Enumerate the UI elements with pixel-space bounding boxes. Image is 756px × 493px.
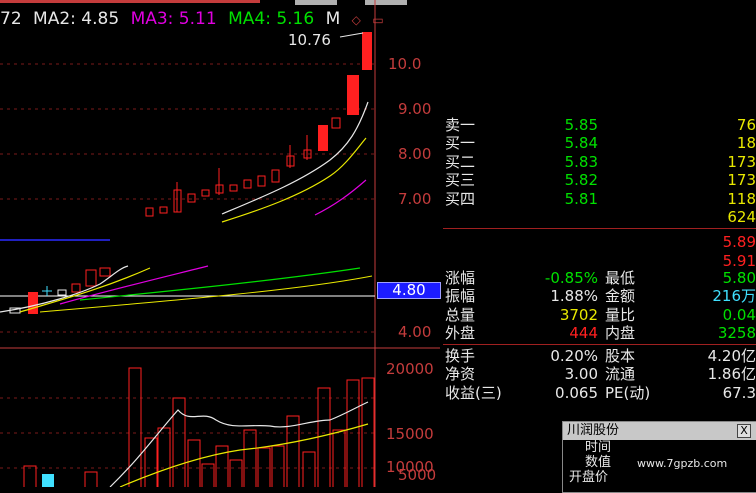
fundamentals-value: 3.00 [564,365,598,384]
price-axis-4: 4.00 [398,323,432,341]
current-price-tag: 4.80 [377,282,441,299]
fundamentals-value: 0.20% [550,347,598,365]
order-volume: 76 [736,116,756,134]
stats-label: 总量 [445,305,476,324]
order-price: 5.82 [564,171,598,190]
stats-value: 1.88% [550,287,598,306]
stats-label: 振幅 [445,287,476,306]
stats-label: 最低 [605,269,636,287]
order-price: 5.84 [564,134,598,153]
peak-arrow [339,32,364,38]
fundamentals-value: 4.20亿 [707,347,756,365]
order-row: 624 [443,208,756,226]
order-label: 买四 [445,189,476,208]
grid-lines [0,63,375,469]
stats-value: 3258 [717,324,756,343]
fundamentals-block: 换手 0.20% 股本 4.20亿 净资 3.00 流通 1.86亿 收益(三)… [443,347,756,402]
mid-ma4-line [79,267,361,301]
order-row: 买三 5.82 173 [443,171,756,189]
fundamentals-label: 净资 [445,365,476,384]
stats-row: 振幅 1.88% 金额 216万 [443,287,756,305]
fundamentals-row: 换手 0.20% 股本 4.20亿 [443,347,756,365]
order-volume: 118 [727,189,756,208]
order-volume: 173 [727,152,756,171]
watermark: www.7gpzb.com [637,457,728,470]
order-label: 买一 [445,134,476,153]
stats-row: 外盘 444 内盘 3258 [443,324,756,342]
upper-candles [145,32,372,217]
popup-title-bar[interactable]: 川润股份 X [563,422,756,440]
price-axis-10: 10.0 [388,55,422,73]
ma3-line [314,179,367,216]
fundamentals-label: 股本 [605,347,636,365]
volume-bar-cyan [42,474,54,487]
popup-row-time: 时间 [585,440,612,455]
stats-value: -0.85% [544,269,598,287]
fundamentals-value: 0.065 [555,383,598,402]
mid-ma1-line [0,265,129,313]
ma1-line [221,101,369,215]
stats-label: 金额 [605,287,636,306]
volume-bars [23,367,375,487]
fundamentals-label: 换手 [445,347,476,365]
popup-title: 川润股份 [567,423,620,438]
stats-label: 外盘 [445,324,476,343]
volume-axis-5000: 5000 [398,466,437,484]
order-label: 卖一 [445,116,476,134]
stats-label: 内盘 [605,324,636,343]
stats-value: 3702 [559,305,598,324]
order-row: 买四 5.81 118 [443,190,756,208]
order-price: 5.83 [564,152,598,171]
fundamentals-label: 流通 [605,365,636,384]
close-icon[interactable]: X [737,424,751,438]
quote-separator [443,228,756,229]
stats-value: 216万 [712,287,756,306]
fundamentals-label: 收益(三) [445,383,502,402]
stats-label: 涨幅 [445,269,476,287]
price-axis-9: 9.00 [398,100,432,118]
order-price: 5.85 [564,116,598,134]
stats-row: 总量 3702 量比 0.04 [443,306,756,324]
stats-label: 量比 [605,305,636,324]
order-label: 买三 [445,171,476,190]
order-row: 买二 5.83 173 [443,153,756,171]
stats-value: 5.80 [722,269,756,287]
order-book: 卖一 5.85 76 买一 5.84 18 买二 5.83 173 买三 5.8… [443,116,756,226]
volume-ma1-line [109,401,369,487]
extra-price-1: 5.89 [722,233,756,251]
stats-value: 444 [569,324,598,343]
price-axis-7: 7.00 [398,190,432,208]
stats-block: 涨幅 -0.85% 最低 5.80 振幅 1.88% 金额 216万 总量 37… [443,269,756,343]
stats-row: 涨幅 -0.85% 最低 5.80 [443,269,756,287]
order-volume: 624 [727,207,756,226]
fundamentals-label: PE(动) [605,383,651,402]
order-price: 5.81 [564,189,598,208]
fundamentals-value: 67.3 [722,383,756,402]
mid-ma5-line [39,275,373,313]
order-volume: 173 [727,171,756,190]
peak-price-label: 10.76 [288,31,331,49]
volume-axis-20000: 20000 [386,360,434,378]
popup-row-open: 开盘价 [569,470,609,485]
extra-price-2: 5.91 [722,252,756,270]
kline-chart: 10.76 [0,0,440,487]
quote-separator [443,344,756,345]
price-axis-8: 8.00 [398,145,432,163]
order-row: 卖一 5.85 76 [443,116,756,134]
fundamentals-row: 净资 3.00 流通 1.86亿 [443,365,756,383]
volume-axis-15000: 15000 [386,425,434,443]
order-label: 买二 [445,152,476,171]
mid-ma3-line [59,265,209,305]
fundamentals-row: 收益(三) 0.065 PE(动) 67.3 [443,384,756,402]
order-volume: 18 [736,134,756,153]
order-row: 买一 5.84 18 [443,134,756,152]
fundamentals-value: 1.86亿 [707,365,756,384]
stats-value: 0.04 [722,305,756,324]
